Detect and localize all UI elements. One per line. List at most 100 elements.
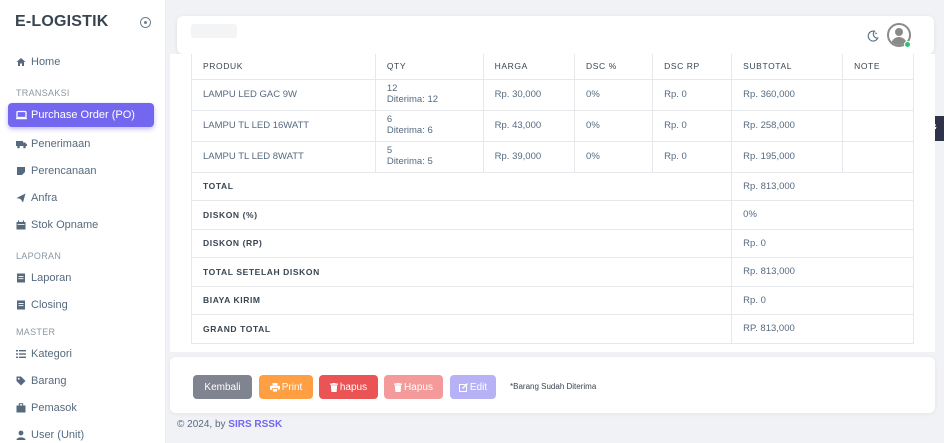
qty-value: 12 [386,83,398,94]
summary-label: DISKON (RP) [190,228,733,258]
table-row: LAMPU TL LED 8WATT 5 Diterima: 5 Rp. 39,0… [191,140,914,173]
sidebar-item-label: User (Unit) [31,429,85,441]
summary-value: 0% [731,200,914,230]
sidebar-item-purchase-order[interactable]: Purchase Order (PO) [8,103,154,127]
sidebar-item-pemasok[interactable]: Pemasok [8,396,154,420]
action-bar: Kembali Print hapus Hapus Edit *Barang S… [170,357,935,413]
col-header-subtotal: SUBTOTAL [731,54,844,80]
sidebar-item-label: Penerimaan [31,138,91,150]
document-icon [16,300,29,310]
cell-dsc-rp: Rp. 0 [652,109,733,142]
sidebar-item-anfra[interactable]: Anfra [8,186,154,210]
delete-button[interactable]: hapus [319,375,378,399]
summary-row-biaya-kirim: BIAYA KIRIM Rp. 0 [190,285,914,315]
summary-row-total-setelah-diskon: TOTAL SETELAH DISKON Rp. 813,000 [190,257,914,287]
edit-button-label: Edit [469,381,488,393]
sidebar-item-label: Closing [31,299,68,311]
summary-label: GRAND TOTAL [190,314,733,344]
qty-value: 6 [386,114,393,125]
print-button-label: Print [281,381,303,393]
footer: © 2024, by SIRS RSSK [177,419,282,430]
sidebar-item-penerimaan[interactable]: Penerimaan [8,132,154,156]
sticky-note-icon [16,166,29,176]
delete-button-label: hapus [339,381,368,393]
home-icon [16,57,29,67]
sidebar-item-user-unit[interactable]: User (Unit) [8,423,154,443]
delete-disabled-button: Hapus [384,375,443,399]
trash-icon [394,382,403,392]
back-button[interactable]: Kembali [193,375,252,399]
section-laporan: LAPORAN [16,251,62,261]
footer-link[interactable]: SIRS RSSK [228,419,282,430]
printer-icon [269,382,280,392]
sidebar-item-perencanaan[interactable]: Perencanaan [8,159,154,183]
cell-note [842,78,914,111]
sidebar-item-label: Stok Opname [31,219,99,231]
summary-label: TOTAL SETELAH DISKON [190,257,733,287]
cell-dsc-rp: Rp. 0 [652,78,733,111]
summary-value: Rp. 0 [731,228,914,258]
edit-icon [458,382,468,392]
col-header-qty: QTY [374,54,484,80]
sidebar-item-label: Home [31,56,61,68]
received-note: *Barang Sudah Diterima [510,382,597,391]
col-header-produk: PRODUK [191,54,376,80]
qty-value: 5 [386,145,393,156]
monitor-icon [16,110,29,120]
sidebar-item-stok-opname[interactable]: Stok Opname [8,213,154,237]
brand: E-LOGISTIK [0,0,165,44]
cell-produk: LAMPU TL LED 8WATT [191,140,376,173]
sidebar-item-label: Barang [31,375,67,387]
qty-received: Diterima: 12 [386,94,439,105]
sidebar-item-label: Kategori [31,348,72,360]
trash-icon [329,382,338,392]
sidebar: E-LOGISTIK Home TRANSAKSI Purchase Order… [0,0,166,443]
po-detail-card: PRODUK QTY HARGA DSC % DSC RP SUBTOTAL N… [170,54,935,352]
summary-row-grand-total: GRAND TOTAL RP. 813,000 [190,314,914,344]
summary-value: RP. 813,000 [731,314,914,344]
summary-value: Rp. 0 [731,285,914,315]
user-icon [16,430,29,440]
search-placeholder[interactable] [191,24,237,38]
cell-subtotal: Rp. 258,000 [731,109,844,142]
summary-label: DISKON (%) [190,200,733,230]
table-row: LAMPU TL LED 16WATT 6 Diterima: 6 Rp. 43,… [191,109,914,142]
cell-harga: Rp. 30,000 [482,78,576,111]
section-master: MASTER [16,327,56,337]
cell-qty: 5 Diterima: 5 [374,140,484,173]
summary-row-total: TOTAL Rp. 813,000 [190,171,914,201]
col-header-dsc-pct: DSC % [574,54,654,80]
sidebar-item-label: Laporan [31,272,72,284]
summary-row-diskon-pct: DISKON (%) 0% [190,200,914,230]
cell-dsc-pct: 0% [574,140,654,173]
sidebar-item-kategori[interactable]: Kategori [8,342,154,366]
sidebar-item-barang[interactable]: Barang [8,369,154,393]
summary-row-diskon-rp: DISKON (RP) Rp. 0 [190,228,914,258]
list-icon [16,349,29,359]
delete-disabled-label: Hapus [404,381,433,393]
top-navbar [177,16,934,54]
theme-toggle-icon[interactable] [867,29,879,42]
cell-subtotal: Rp. 360,000 [731,78,844,111]
po-items-table: PRODUK QTY HARGA DSC % DSC RP SUBTOTAL N… [190,54,914,344]
calendar-icon [16,220,29,230]
sidebar-item-home[interactable]: Home [8,50,154,74]
truck-icon [16,139,29,149]
sidebar-item-closing[interactable]: Closing [8,293,154,317]
sidebar-item-laporan[interactable]: Laporan [8,266,154,290]
cell-dsc-pct: 0% [574,109,654,142]
print-button[interactable]: Print [259,375,313,399]
summary-label: TOTAL [190,171,733,201]
col-header-note: NOTE [842,54,914,80]
sidebar-toggle-icon[interactable] [140,16,151,28]
cell-subtotal: Rp. 195,000 [731,140,844,173]
table-row: LAMPU LED GAC 9W 12 Diterima: 12 Rp. 30,0… [191,78,914,111]
qty-received: Diterima: 6 [386,125,433,136]
cell-note [842,140,914,173]
edit-button: Edit [450,375,496,399]
avatar-head [895,28,903,36]
cell-produk: LAMPU LED GAC 9W [191,78,376,111]
col-header-dsc-rp: DSC RP [652,54,733,80]
sidebar-item-label: Purchase Order (PO) [31,109,135,121]
table-header-row: PRODUK QTY HARGA DSC % DSC RP SUBTOTAL N… [191,54,914,80]
